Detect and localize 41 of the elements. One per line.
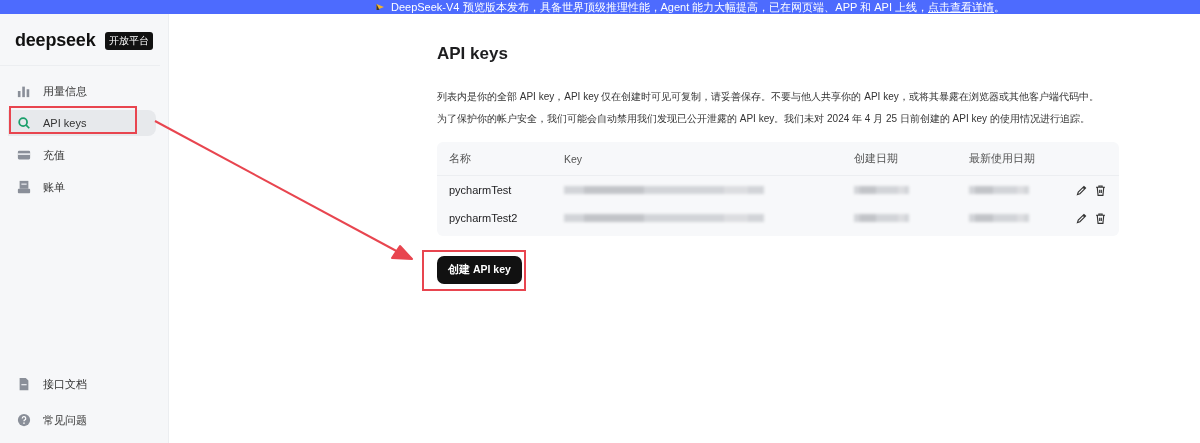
sidebar-item-label: 用量信息 — [43, 83, 87, 99]
blurred-value — [854, 184, 909, 196]
sidebar-item-label: 充值 — [43, 147, 65, 163]
bar-chart-icon — [17, 84, 31, 98]
sidebar-item-label: 常见问题 — [43, 412, 87, 428]
page-title: API keys — [437, 44, 509, 64]
receipt-icon — [17, 180, 31, 194]
blurred-value — [854, 212, 909, 224]
table-cell-text: pycharmTest2 — [449, 212, 519, 224]
trash-icon[interactable] — [1094, 183, 1107, 197]
platform-badge: 开放平台 — [105, 31, 154, 50]
trash-icon[interactable] — [1094, 211, 1107, 225]
banner-text: DeepSeek-V4 预览版本发布，具备世界顶级推理性能，Agent 能力大幅提高，已在网页端、APP 和 API 上线， — [390, 0, 929, 14]
blurred-value — [969, 184, 1029, 196]
banner-text: 。 — [994, 0, 1006, 14]
description-text: 列表内是你的全部 API key，API key 仅在创建时可见可复制，请妥善保存。不要与他人共享你的 API key，或将其暴露在浏览器或其他客户端代码中。 — [437, 90, 1100, 104]
column-header: Key — [564, 152, 584, 165]
sidebar-item[interactable]: 常见问题 — [8, 407, 156, 433]
pencil-icon[interactable] — [1075, 183, 1088, 197]
document-icon — [17, 377, 31, 391]
details-link[interactable]: 点击查看详情 — [928, 0, 995, 14]
help-icon — [17, 413, 31, 427]
sidebar-item[interactable]: API keys — [8, 110, 156, 136]
card-icon — [17, 148, 31, 162]
sidebar-item-label: API keys — [43, 117, 87, 129]
sidebar-item[interactable]: 账单 — [8, 174, 156, 200]
column-header: 名称 — [449, 151, 472, 166]
sidebar-item[interactable]: 充值 — [8, 142, 156, 168]
create-key-button[interactable]: 创建 API key — [437, 256, 522, 284]
column-header: 最新使用日期 — [969, 151, 1036, 166]
table-cell-text: pycharmTest — [449, 184, 513, 196]
sidebar-item-label: 接口文档 — [43, 376, 87, 392]
sidebar-item-label: 账单 — [43, 179, 65, 195]
sidebar-item[interactable]: 用量信息 — [8, 78, 156, 104]
sidebar-item[interactable]: 接口文档 — [8, 371, 156, 397]
search-icon — [17, 116, 31, 130]
logo: deepseek — [15, 30, 96, 51]
column-header: 创建日期 — [854, 151, 899, 166]
description-text: 为了保护你的帐户安全，我们可能会自动禁用我们发现已公开泄露的 API key。我们未对 2024 年 4 月 25 日前创建的 API key 的使用情况进行追踪。 — [437, 112, 1091, 126]
pencil-icon[interactable] — [1075, 211, 1088, 225]
blurred-value — [969, 212, 1029, 224]
